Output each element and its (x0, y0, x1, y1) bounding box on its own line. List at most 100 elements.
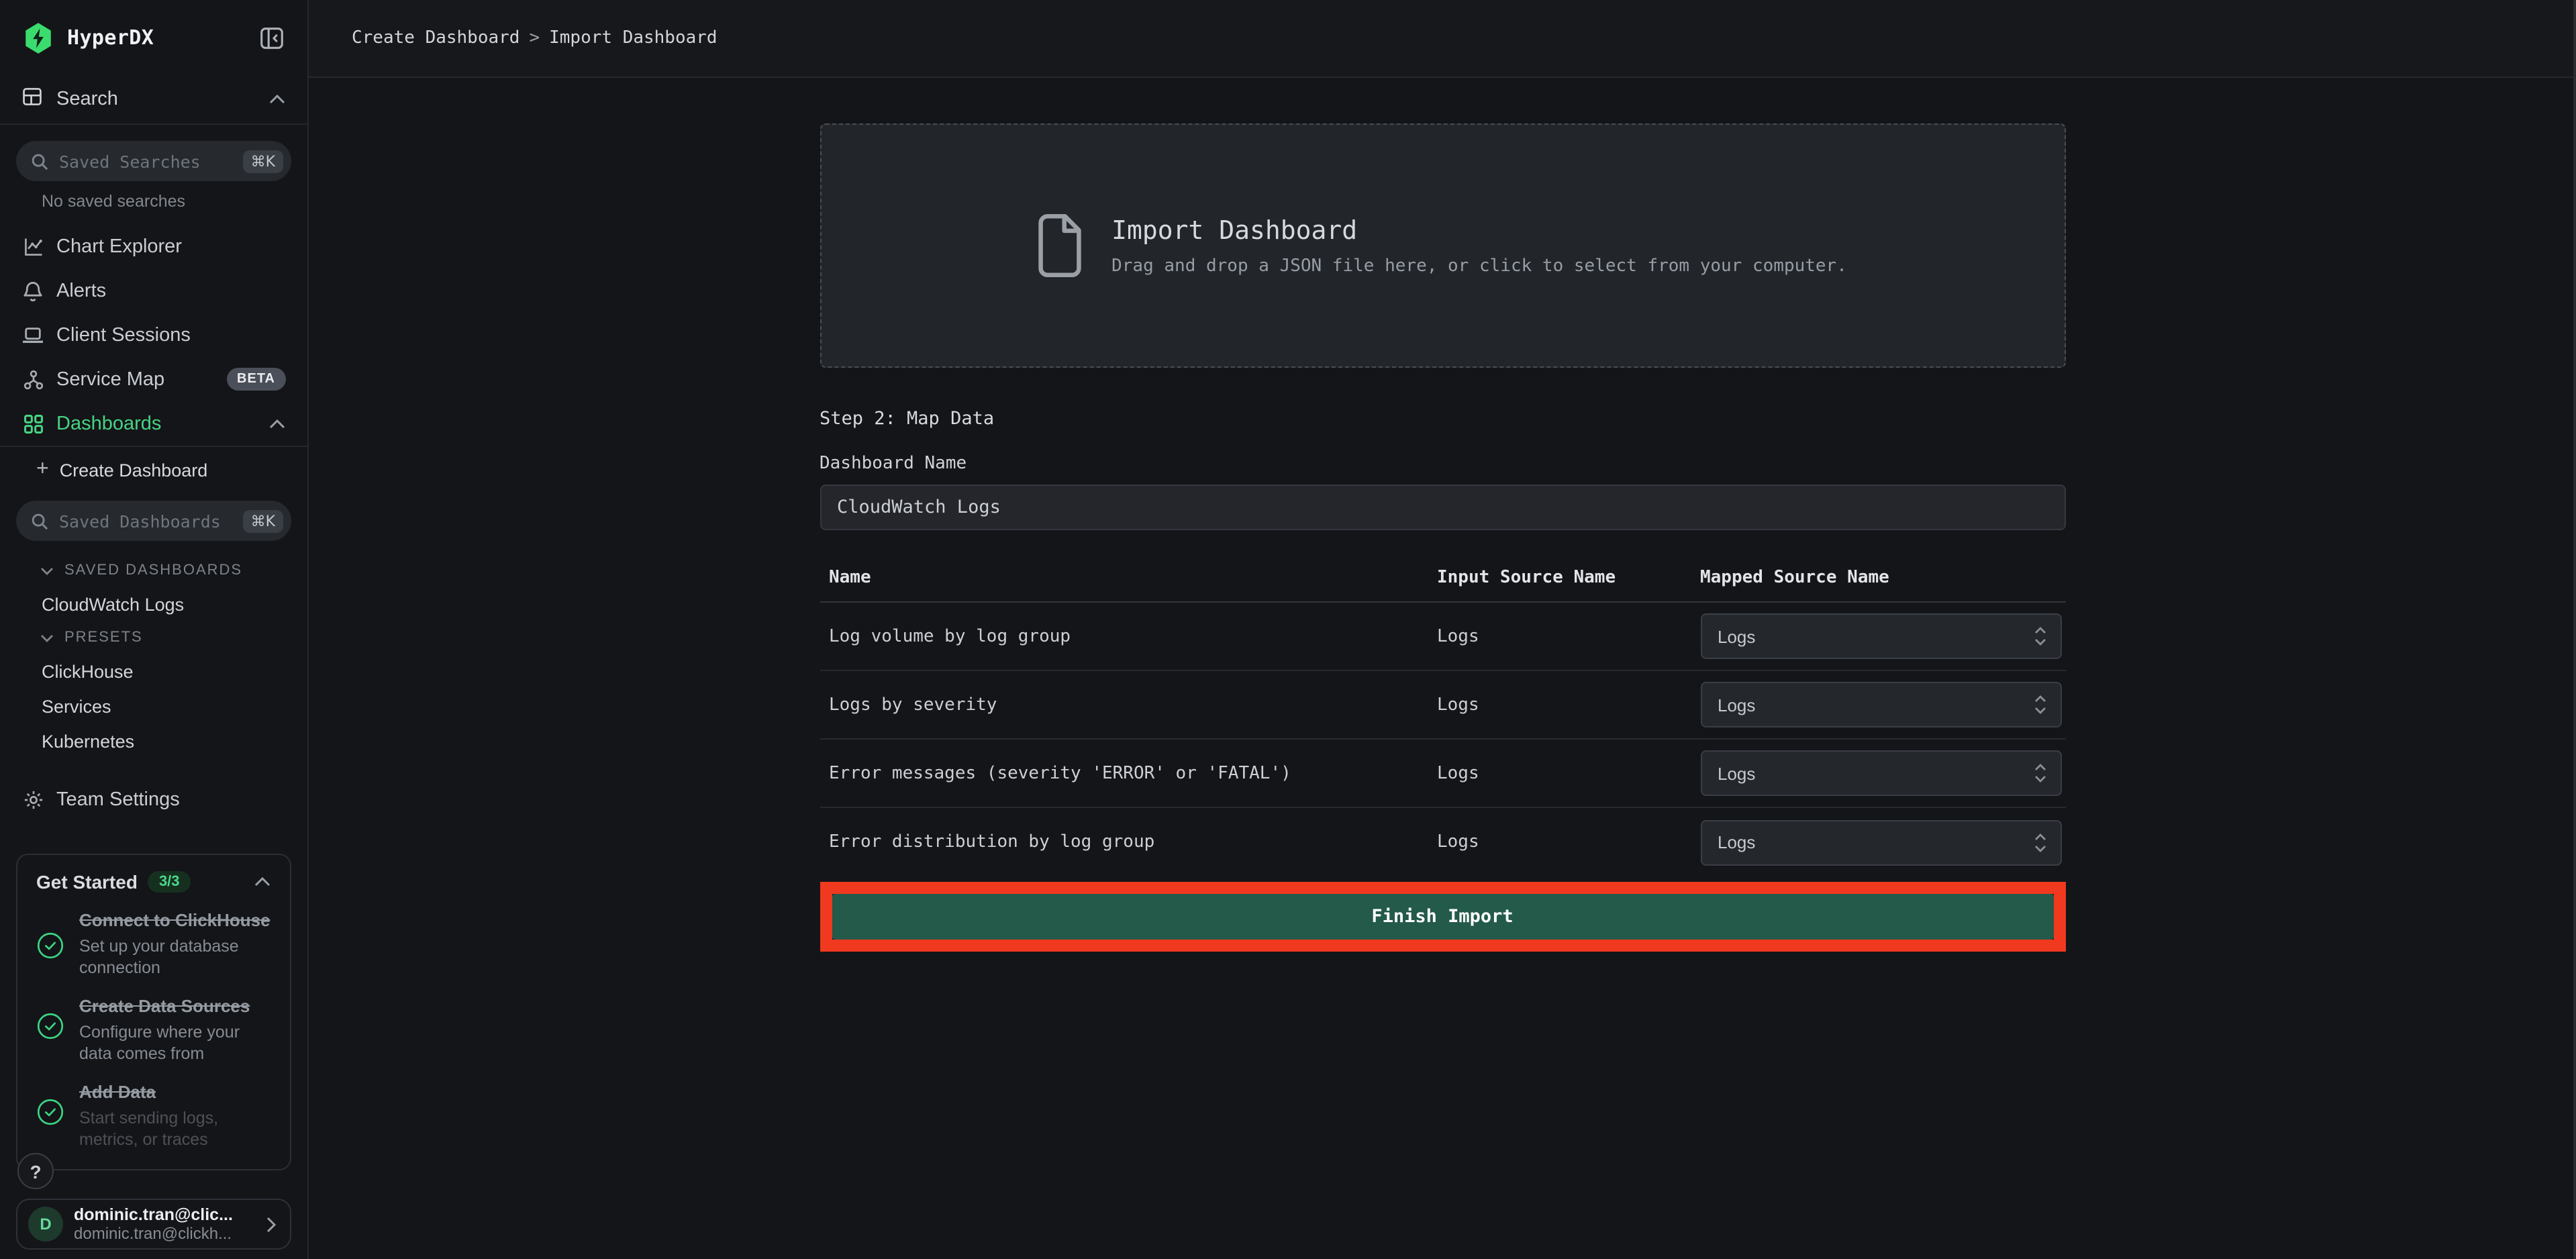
sidebar-item-label: Chart Explorer (56, 236, 182, 257)
check-circle-icon (36, 1082, 66, 1150)
get-started-item-title: Create Data Sources (79, 996, 271, 1019)
select-chevrons-icon (2033, 625, 2046, 647)
input-source-cell: Logs (1437, 695, 1700, 715)
scrollbar[interactable] (2573, 0, 2576, 1259)
sidebar-item-label: Dashboards (56, 413, 161, 434)
logo-row: HyperDX (0, 0, 307, 75)
preset-item-services[interactable]: Services (0, 689, 307, 723)
file-icon (1038, 213, 1082, 278)
mapped-source-value: Logs (1718, 695, 1755, 715)
get-started-item-sources[interactable]: Create Data Sources Configure where your… (36, 996, 271, 1064)
breadcrumb-bar: Create Dashboard > Import Dashboard (309, 0, 2576, 78)
column-header-mapped-source: Mapped Source Name (1700, 568, 2065, 588)
breadcrumb-import-dashboard: Import Dashboard (549, 28, 717, 48)
sidebar-item-dashboards[interactable]: Dashboards (0, 401, 307, 446)
chart-name-cell: Error distribution by log group (820, 832, 1437, 852)
sidebar-item-label: Client Sessions (56, 324, 191, 346)
create-dashboard-label: Create Dashboard (60, 460, 208, 480)
hyperdx-logo-icon (21, 21, 55, 54)
preset-item-label: Kubernetes (42, 731, 134, 751)
source-mapping-table: Name Input Source Name Mapped Source Nam… (820, 554, 2065, 876)
get-started-item-add-data[interactable]: Add Data Start sending logs, metrics, or… (36, 1082, 271, 1150)
dashboard-item-cloudwatch-logs[interactable]: CloudWatch Logs (0, 587, 307, 621)
create-dashboard-button[interactable]: + Create Dashboard (0, 447, 307, 493)
import-dashboard-content: Import Dashboard Drag and drop a JSON fi… (820, 123, 2065, 952)
table-row: Logs by severity Logs Logs (820, 671, 2065, 740)
sidebar-item-team-settings[interactable]: Team Settings (0, 777, 307, 821)
mapped-source-value: Logs (1718, 626, 1755, 646)
chevron-up-icon[interactable] (268, 418, 286, 429)
table-row: Log volume by log group Logs Logs (820, 603, 2065, 671)
search-window-icon (21, 85, 43, 113)
chevron-up-icon[interactable] (254, 876, 271, 887)
table-header-row: Name Input Source Name Mapped Source Nam… (820, 554, 2065, 603)
chevron-down-icon (40, 566, 54, 575)
laptop-icon (21, 325, 44, 345)
no-saved-searches-text: No saved searches (42, 192, 286, 211)
get-started-title: Get Started (36, 871, 138, 893)
preset-item-label: ClickHouse (42, 661, 134, 681)
app-title: HyperDX (67, 26, 154, 50)
get-started-progress-badge: 3/3 (148, 871, 191, 893)
json-file-dropzone[interactable]: Import Dashboard Drag and drop a JSON fi… (820, 123, 2065, 368)
chart-name-cell: Logs by severity (820, 695, 1437, 715)
sidebar-collapse-icon[interactable] (258, 23, 286, 52)
get-started-item-desc: Set up your database connection (79, 936, 271, 978)
check-circle-icon (36, 996, 66, 1064)
dashboards-grid-icon (21, 413, 44, 434)
dashboard-name-input[interactable] (820, 485, 2065, 530)
get-started-item-desc: Start sending logs, metrics, or traces (79, 1107, 271, 1150)
sidebar-item-label: Team Settings (56, 789, 180, 810)
avatar-initial: D (40, 1215, 51, 1233)
select-chevrons-icon (2033, 694, 2046, 715)
column-header-input-source: Input Source Name (1437, 568, 1700, 588)
column-header-name: Name (820, 568, 1437, 588)
preset-item-clickhouse[interactable]: ClickHouse (0, 654, 307, 689)
get-started-item-title: Add Data (79, 1082, 271, 1105)
service-map-icon (21, 368, 44, 390)
get-started-item-connect[interactable]: Connect to ClickHouse Set up your databa… (36, 910, 271, 978)
shortcut-badge: ⌘K (243, 150, 283, 172)
sidebar-item-label: Alerts (56, 280, 106, 301)
saved-searches-placeholder: Saved Searches (59, 151, 201, 171)
mapped-source-value: Logs (1718, 832, 1755, 852)
search-icon (31, 512, 48, 530)
table-row: Error distribution by log group Logs Log… (820, 808, 2065, 876)
breadcrumb-separator: > (529, 28, 540, 48)
sidebar-item-chart-explorer[interactable]: Chart Explorer (0, 224, 307, 268)
mapped-source-select[interactable]: Logs (1700, 750, 2061, 796)
chevron-up-icon[interactable] (268, 94, 286, 105)
get-started-card: Get Started 3/3 Connect to ClickHouse Se… (16, 854, 291, 1170)
saved-dashboards-input[interactable]: Saved Dashboards ⌘K (16, 501, 291, 541)
mapped-source-select[interactable]: Logs (1700, 819, 2061, 865)
chart-name-cell: Error messages (severity 'ERROR' or 'FAT… (820, 763, 1437, 783)
get-started-header[interactable]: Get Started 3/3 (36, 871, 271, 893)
mapped-source-select[interactable]: Logs (1700, 613, 2061, 659)
preset-item-label: Services (42, 696, 111, 716)
sidebar-section-search[interactable]: Search (0, 75, 307, 123)
help-button[interactable]: ? (17, 1153, 54, 1189)
finish-import-button[interactable]: Finish Import (832, 894, 2053, 940)
saved-dashboards-placeholder: Saved Dashboards (59, 511, 221, 531)
help-label: ? (30, 1160, 41, 1182)
app-viewport: HyperDX Search Saved Searches ⌘K No save… (0, 0, 2576, 1259)
saved-dashboards-section-label: SAVED DASHBOARDS (64, 562, 242, 578)
preset-item-kubernetes[interactable]: Kubernetes (0, 723, 307, 758)
input-source-cell: Logs (1437, 763, 1700, 783)
breadcrumb: Create Dashboard > Import Dashboard (352, 28, 717, 48)
presets-section[interactable]: PRESETS (0, 621, 307, 654)
sidebar-item-service-map[interactable]: Service Map BETA (0, 357, 307, 401)
sidebar-item-alerts[interactable]: Alerts (0, 268, 307, 313)
sidebar-item-client-sessions[interactable]: Client Sessions (0, 313, 307, 357)
user-account-card[interactable]: D dominic.tran@clic... dominic.tran@clic… (16, 1199, 291, 1250)
chart-explorer-icon (21, 236, 44, 257)
mapped-source-select[interactable]: Logs (1700, 682, 2061, 727)
sidebar-item-label: Service Map (56, 368, 164, 390)
annotation-highlight: Finish Import (820, 882, 2065, 952)
saved-searches-input[interactable]: Saved Searches ⌘K (16, 141, 291, 181)
breadcrumb-create-dashboard[interactable]: Create Dashboard (352, 28, 519, 48)
step-label: Step 2: Map Data (820, 408, 2065, 430)
dropzone-subtitle: Drag and drop a JSON file here, or click… (1111, 256, 1847, 276)
get-started-item-title: Connect to ClickHouse (79, 910, 271, 933)
saved-dashboards-section[interactable]: SAVED DASHBOARDS (0, 554, 307, 587)
